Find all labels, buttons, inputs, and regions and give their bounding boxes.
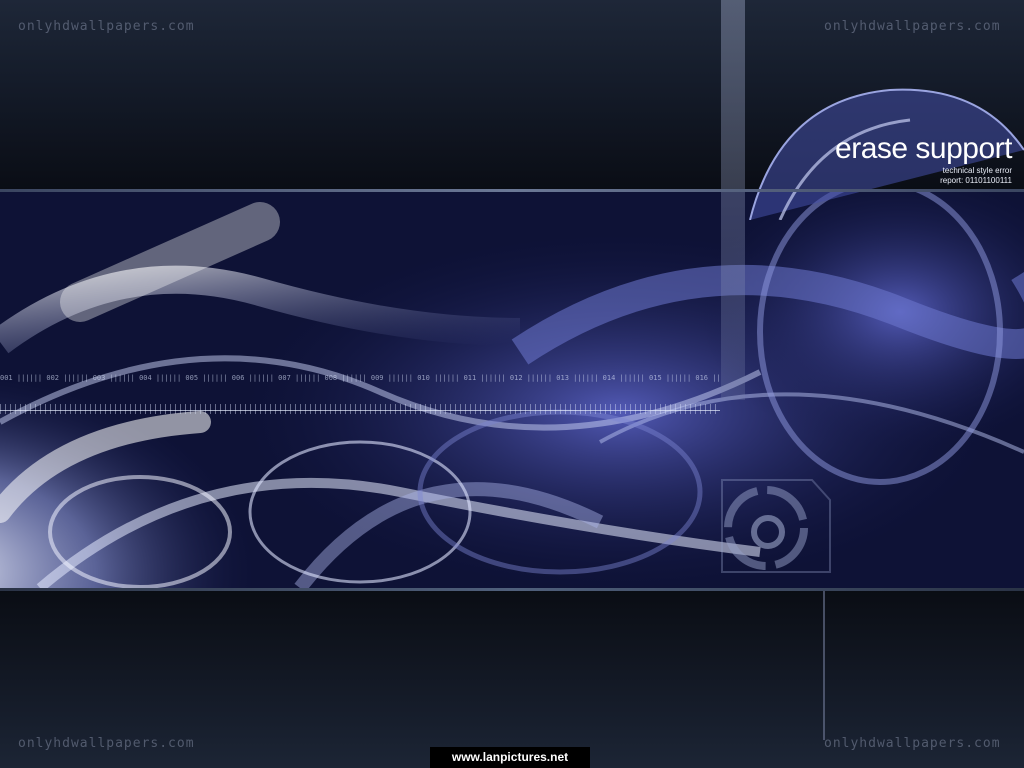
wallpaper: 001 |||||| 002 |||||| 003 |||||| 004 |||… <box>0 0 1024 768</box>
band-divider-top <box>0 189 1024 192</box>
band-divider-bottom <box>0 588 1024 591</box>
vertical-line <box>823 590 825 740</box>
brand-subtitle: technical style error <box>942 166 1012 175</box>
binary-strip: 001 |||||| 002 |||||| 003 |||||| 004 |||… <box>0 374 720 382</box>
watermark-bottom-left: onlyhdwallpapers.com <box>18 736 195 751</box>
abstract-glass-art <box>0 192 1024 588</box>
watermark-bottom-right: onlyhdwallpapers.com <box>824 736 1001 751</box>
footer-url: www.lanpictures.net <box>430 747 590 768</box>
brand-report: report: 01101100111 <box>940 176 1012 185</box>
watermark-top-left: onlyhdwallpapers.com <box>18 19 195 34</box>
watermark-top-right: onlyhdwallpapers.com <box>824 19 1001 34</box>
brand-block: erase support technical style error repo… <box>835 132 1012 186</box>
brand-title: erase support <box>835 132 1012 165</box>
abstract-swirls <box>0 192 1024 588</box>
circle-emblem-icon <box>721 479 831 573</box>
tick-scale <box>0 404 720 414</box>
tick-baseline <box>0 410 720 411</box>
